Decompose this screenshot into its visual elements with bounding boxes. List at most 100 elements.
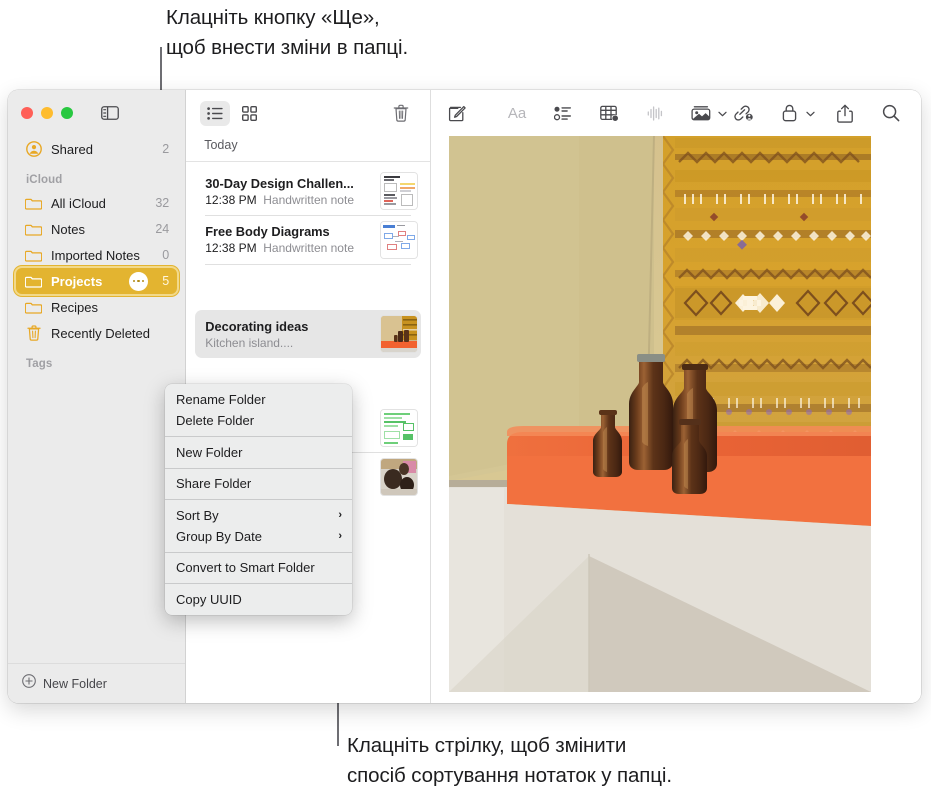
note-title: 30-Day Design Challen...	[205, 175, 354, 191]
menu-item-label: Delete Folder	[176, 413, 255, 428]
notes-list-toolbar	[186, 90, 430, 136]
sidebar-item-label: All iCloud	[51, 195, 106, 211]
note-thumbnail	[380, 409, 418, 447]
new-folder-label: New Folder	[43, 676, 107, 691]
menu-separator	[165, 583, 352, 584]
menu-separator	[165, 436, 352, 437]
menu-item-share-folder[interactable]: Share Folder	[165, 473, 352, 494]
sidebar-item-label: Recipes	[51, 299, 98, 315]
menu-item-new-folder[interactable]: New Folder	[165, 442, 352, 463]
note-thumbnail	[380, 172, 418, 210]
plus-circle-icon	[22, 674, 36, 693]
folder-icon	[25, 221, 42, 238]
media-icon[interactable]	[685, 99, 717, 127]
callout-caption-bottom: Клацніть стрілку, щоб змінити спосіб сор…	[347, 734, 672, 787]
sidebar-item-imported-notes[interactable]: Imported Notes 0	[16, 242, 177, 268]
more-button[interactable]	[129, 271, 149, 291]
note-photo	[449, 136, 871, 692]
chevron-right-icon: ›	[338, 509, 342, 521]
folder-icon	[25, 195, 42, 212]
menu-item-delete-folder[interactable]: Delete Folder	[165, 410, 352, 431]
note-editor-body[interactable]	[431, 136, 921, 703]
sidebar-item-label: Imported Notes	[51, 247, 140, 263]
menu-item-convert-to-smart-folder[interactable]: Convert to Smart Folder	[165, 557, 352, 578]
menu-separator	[165, 467, 352, 468]
sidebar-item-notes[interactable]: Notes 24	[16, 216, 177, 242]
search-icon[interactable]	[875, 99, 907, 127]
menu-separator	[165, 499, 352, 500]
close-button[interactable]	[21, 107, 33, 119]
menu-item-label: Convert to Smart Folder	[176, 560, 315, 575]
notes-app-window: Shared 2 iCloud All iCloud 32 Notes 24 I…	[8, 90, 921, 703]
compose-icon[interactable]	[441, 99, 473, 127]
minimize-button[interactable]	[41, 107, 53, 119]
checklist-icon[interactable]	[547, 99, 579, 127]
menu-item-label: Copy UUID	[176, 591, 242, 607]
folder-icon	[25, 247, 42, 264]
menu-item-label: Share Folder	[176, 476, 252, 491]
sidebar-item-recently-deleted[interactable]: Recently Deleted	[16, 320, 177, 346]
sidebar-item-count: 24	[155, 222, 170, 236]
note-time: 12:38 PM	[205, 192, 257, 207]
sidebar-item-count: 5	[162, 274, 170, 288]
lock-icon[interactable]	[773, 99, 805, 127]
share-icon[interactable]	[829, 99, 861, 127]
sidebar-item-count: 32	[155, 196, 170, 210]
sidebar-item-count: 2	[162, 142, 170, 156]
sidebar-folder-list: Shared 2 iCloud All iCloud 32 Notes 24 I…	[8, 136, 185, 663]
folder-context-menu[interactable]: Rename Folder Delete Folder New Folder S…	[165, 384, 352, 615]
table-icon[interactable]	[593, 99, 625, 127]
sidebar: Shared 2 iCloud All iCloud 32 Notes 24 I…	[8, 90, 187, 703]
window-titlebar	[8, 90, 185, 136]
note-preview: Handwritten note	[263, 241, 354, 255]
menu-separator	[165, 551, 352, 552]
note-preview: Handwritten note	[263, 192, 354, 207]
menu-item-label: New Folder	[176, 444, 243, 460]
folder-icon	[25, 273, 42, 290]
menu-item-group-by-date[interactable]: Group By Date ›	[165, 526, 352, 547]
sidebar-section-tags: Tags	[26, 358, 53, 370]
trash-icon	[25, 325, 42, 342]
list-item[interactable]: Decorating ideas Kitchen island....	[195, 310, 421, 358]
sidebar-item-label: Recently Deleted	[51, 325, 150, 341]
sidebar-item-all-icloud[interactable]: All iCloud 32	[16, 190, 177, 216]
note-thumbnail	[380, 457, 418, 496]
notes-group-header: Today	[186, 136, 430, 162]
collaborate-icon[interactable]	[727, 99, 759, 127]
sidebar-item-label: Notes	[51, 221, 85, 237]
note-thumbnail	[380, 315, 418, 353]
sidebar-item-projects[interactable]: Projects 5	[16, 268, 178, 294]
list-view-icon[interactable]	[200, 100, 231, 126]
note-preview: Kitchen island....	[205, 335, 294, 350]
list-item[interactable]: Free Body Diagrams 12:38 PM Handwritten …	[195, 216, 421, 264]
note-editor-pane: Aa	[431, 90, 921, 703]
folder-icon	[25, 299, 42, 316]
chevron-down-icon[interactable]	[718, 104, 727, 122]
menu-item-copy-uuid[interactable]: Copy UUID	[165, 589, 352, 610]
sidebar-section-icloud: iCloud	[26, 174, 63, 186]
sidebar-item-recipes[interactable]: Recipes	[16, 294, 177, 320]
sidebar-item-label: Projects	[51, 273, 103, 289]
menu-item-sort-by[interactable]: Sort By ›	[165, 505, 352, 526]
menu-item-label: Sort By	[176, 507, 219, 523]
audio-waveform-icon[interactable]	[639, 99, 671, 127]
list-separator	[205, 263, 411, 264]
chevron-down-icon[interactable]	[806, 104, 815, 122]
view-mode-segmented-control	[200, 100, 264, 126]
format-aa-icon[interactable]: Aa	[501, 99, 533, 127]
gallery-view-icon[interactable]	[234, 101, 264, 126]
delete-note-button[interactable]	[388, 101, 414, 125]
note-time: 12:38 PM	[205, 241, 257, 255]
sidebar-toggle-icon[interactable]	[101, 106, 119, 121]
menu-item-rename-folder[interactable]: Rename Folder	[165, 389, 352, 410]
sidebar-item-shared[interactable]: Shared 2	[16, 136, 177, 162]
sidebar-item-count: 0	[162, 248, 170, 262]
note-title: Decorating ideas	[205, 318, 309, 334]
new-folder-button[interactable]: New Folder	[8, 663, 186, 703]
note-title: Free Body Diagrams	[205, 224, 330, 239]
zoom-button[interactable]	[61, 107, 73, 119]
chevron-right-icon: ›	[338, 530, 342, 542]
note-thumbnail	[380, 220, 418, 259]
menu-item-label: Group By Date	[176, 528, 262, 544]
list-item[interactable]: 30-Day Design Challen... 12:38 PM Handwr…	[195, 167, 421, 215]
